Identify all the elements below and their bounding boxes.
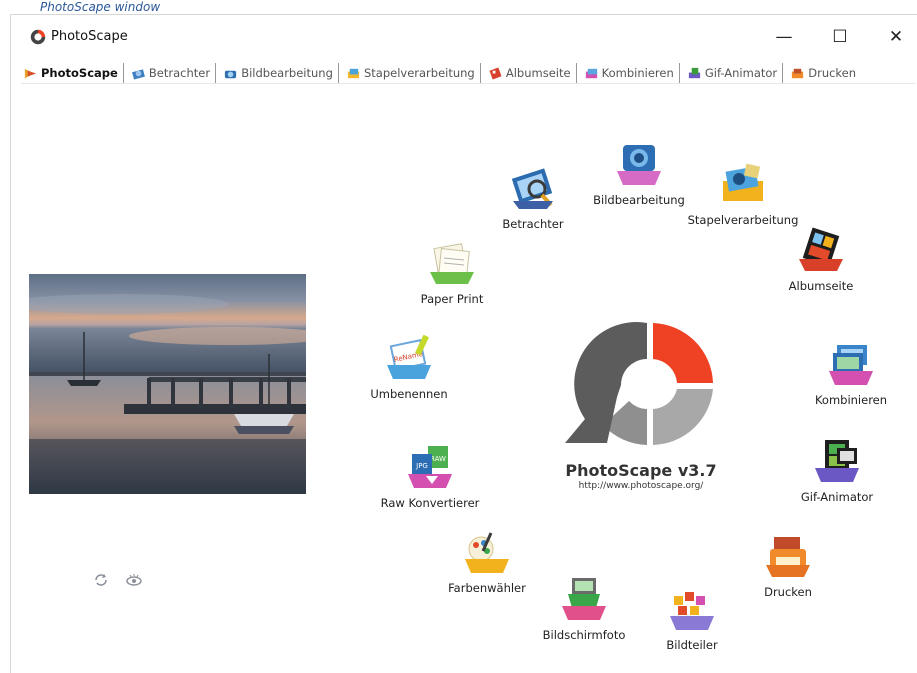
tab-photoscape[interactable]: PhotoScape xyxy=(21,63,124,83)
tab-stapelverarbeitung[interactable]: Stapelverarbeitung xyxy=(344,63,481,83)
jpg-badge: JPG xyxy=(415,462,428,470)
feature-gif-animator[interactable]: Gif-Animator xyxy=(772,438,902,504)
maximize-button[interactable]: ☐ xyxy=(827,25,853,49)
photoscape-logo xyxy=(565,322,713,445)
viewer-icon xyxy=(511,168,553,209)
feature-paper-print[interactable]: Paper Print xyxy=(387,240,517,306)
tab-drucken[interactable]: Drucken xyxy=(788,63,861,83)
tab-gif-animator[interactable]: Gif-Animator xyxy=(685,63,784,83)
minimize-button[interactable]: — xyxy=(771,25,797,49)
brand-url[interactable]: http://www.photoscape.org/ xyxy=(541,481,741,491)
feature-stapelverarbeitung[interactable]: Stapelverarbeitung xyxy=(678,161,808,227)
viewer-tab-icon xyxy=(132,69,145,80)
batch-icon xyxy=(723,163,763,201)
close-button[interactable]: ✕ xyxy=(883,25,909,49)
page-tab-icon xyxy=(489,67,502,80)
photoscape-app-icon xyxy=(30,29,46,45)
feature-umbenennen[interactable]: ReName Umbenennen xyxy=(344,335,474,401)
gif-icon xyxy=(815,440,859,482)
tab-kombinieren[interactable]: Kombinieren xyxy=(582,63,680,83)
screenshot-icon xyxy=(562,578,606,620)
combine-tab-icon xyxy=(585,68,597,79)
home-tab-icon xyxy=(24,68,37,79)
paper-print-icon xyxy=(430,243,474,284)
photoscape-window: PhotoScape — ☐ ✕ PhotoScape Betrachter B… xyxy=(10,14,917,673)
rename-icon: ReName xyxy=(387,335,431,379)
tab-albumseite[interactable]: Albumseite xyxy=(486,63,577,83)
page-icon xyxy=(799,227,843,271)
feature-albumseite[interactable]: Albumseite xyxy=(756,227,886,293)
tab-betrachter[interactable]: Betrachter xyxy=(129,63,217,83)
print-tab-icon xyxy=(792,68,804,79)
editor-tab-icon xyxy=(225,70,237,79)
raw-badge: RAW xyxy=(430,455,446,463)
raw-converter-icon: RAW JPG xyxy=(408,446,452,488)
photo-preview xyxy=(29,274,306,494)
feature-raw-konvertierer[interactable]: RAW JPG Raw Konvertierer xyxy=(365,444,495,510)
batch-tab-icon xyxy=(347,68,360,79)
color-picker-icon xyxy=(465,532,509,573)
rotate-icon[interactable] xyxy=(92,571,110,589)
brand-block: PhotoScape v3.7 http://www.photoscape.or… xyxy=(541,461,741,491)
title-bar: PhotoScape — ☐ ✕ xyxy=(11,23,916,51)
brand-name: PhotoScape v3.7 xyxy=(565,461,717,480)
splitter-icon xyxy=(670,592,714,630)
feature-kombinieren[interactable]: Kombinieren xyxy=(786,341,916,407)
tab-bar: PhotoScape Betrachter Bildbearbeitung St… xyxy=(21,62,916,84)
combine-icon xyxy=(829,345,873,385)
feature-farbenwaehler[interactable]: Farbenwähler xyxy=(422,529,552,595)
print-icon xyxy=(766,537,810,577)
gif-tab-icon xyxy=(688,67,700,79)
editor-icon xyxy=(617,145,661,185)
view-icon[interactable] xyxy=(125,571,143,589)
window-title: PhotoScape xyxy=(51,29,128,44)
tab-bildbearbeitung[interactable]: Bildbearbeitung xyxy=(221,63,339,83)
